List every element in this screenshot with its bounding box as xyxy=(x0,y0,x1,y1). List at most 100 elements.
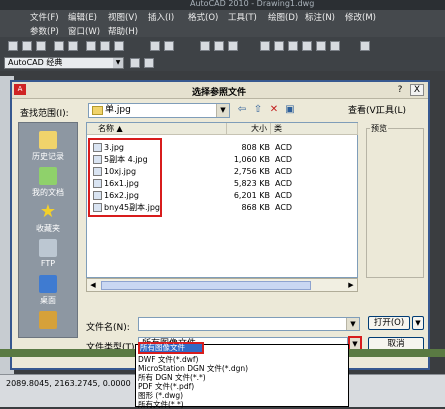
menu-bar: 文件(F) 编辑(E) 视图(V) 插入(I) 格式(O) 工具(T) 绘图(D… xyxy=(0,10,445,24)
file-size: 6,201 KB xyxy=(233,191,270,200)
autocad-logo-icon: A xyxy=(14,84,26,95)
filetype-option-selected[interactable]: 所有图像文件 xyxy=(138,342,204,354)
undo-icon[interactable] xyxy=(150,41,160,51)
save-icon[interactable] xyxy=(36,41,46,51)
history-folder-icon xyxy=(39,131,57,149)
filetype-option[interactable]: 所有文件(*.*) xyxy=(138,400,184,409)
menu-help[interactable]: 帮助(H) xyxy=(108,25,138,37)
menu-draw[interactable]: 绘图(D) xyxy=(268,11,298,23)
documents-folder-icon xyxy=(39,167,57,185)
place-buzzsaw[interactable] xyxy=(19,311,77,331)
close-button[interactable]: X xyxy=(410,84,424,96)
column-size[interactable]: 大小 xyxy=(227,123,271,135)
chevron-down-icon[interactable]: ▼ xyxy=(113,58,123,68)
menu-dimension[interactable]: 标注(N) xyxy=(305,11,335,23)
file-type: ACD xyxy=(275,155,293,164)
chevron-down-icon[interactable]: ▼ xyxy=(346,318,359,330)
horizontal-scrollbar[interactable]: ◀ ▶ xyxy=(86,278,358,292)
menu-insert[interactable]: 插入(I) xyxy=(148,11,174,23)
toolbar-standard xyxy=(0,37,445,55)
lookin-value: 单.jpg xyxy=(105,105,131,115)
view-menu-button[interactable]: 查看(V) xyxy=(348,103,379,116)
copy-icon[interactable] xyxy=(100,41,110,51)
file-size: 868 KB xyxy=(241,203,270,212)
file-type: ACD xyxy=(275,179,293,188)
menu-params[interactable]: 参数(P) xyxy=(30,25,59,37)
filename-label: 文件名(N): xyxy=(86,323,130,333)
redo-icon[interactable] xyxy=(164,41,174,51)
open-button[interactable]: 打开(O) xyxy=(368,316,410,330)
filetype-option[interactable]: MicroStation DGN 文件(*.dgn) xyxy=(138,364,248,373)
scroll-thumb[interactable] xyxy=(101,281,311,290)
properties-icon[interactable] xyxy=(260,41,270,51)
back-icon[interactable]: ⇦ xyxy=(236,104,248,116)
column-type[interactable]: 类 xyxy=(271,123,358,135)
print-icon[interactable] xyxy=(54,41,64,51)
up-folder-icon[interactable]: ⇧ xyxy=(252,104,264,116)
menu-modify[interactable]: 修改(M) xyxy=(345,11,376,23)
menu-bar-2: 参数(P) 窗口(W) 帮助(H) xyxy=(0,24,445,37)
place-label: 历史记录 xyxy=(32,152,64,161)
place-label: 我的文档 xyxy=(32,188,64,197)
filename-input[interactable]: ▼ xyxy=(138,317,360,331)
delete-icon[interactable]: ✕ xyxy=(268,104,280,116)
new-folder-icon[interactable]: ▣ xyxy=(284,104,296,116)
pan-icon[interactable] xyxy=(200,41,210,51)
filetype-option[interactable]: 所有 DGN 文件(*.*) xyxy=(138,373,206,382)
app-title: AutoCAD 2010 - Drawing1.dwg xyxy=(190,0,315,8)
menu-window[interactable]: 窗口(W) xyxy=(68,25,100,37)
place-my-documents[interactable]: 我的文档 xyxy=(19,167,77,198)
file-type: ACD xyxy=(275,143,293,152)
place-history[interactable]: 历史记录 xyxy=(19,131,77,162)
menu-edit[interactable]: 编辑(E) xyxy=(68,11,97,23)
tools-menu-button[interactable]: 工具(L) xyxy=(376,103,406,116)
filetype-dropdown-list[interactable]: 所有图像文件 DWF 文件(*.dwf) MicroStation DGN 文件… xyxy=(135,342,349,409)
workspace-settings-icon[interactable] xyxy=(130,58,140,68)
place-desktop[interactable]: 桌面 xyxy=(19,275,77,306)
toolbar-workspaces: AutoCAD 经典 ▼ xyxy=(0,55,445,71)
sheet-set-icon[interactable] xyxy=(302,41,312,51)
scroll-left-icon[interactable]: ◀ xyxy=(87,279,99,291)
chevron-down-icon[interactable]: ▼ xyxy=(216,104,229,117)
file-size: 5,823 KB xyxy=(233,179,270,188)
markup-icon[interactable] xyxy=(316,41,326,51)
menu-tools[interactable]: 工具(T) xyxy=(228,11,257,23)
place-label: 桌面 xyxy=(40,296,56,305)
cut-icon[interactable] xyxy=(86,41,96,51)
open-options-icon[interactable]: ▼ xyxy=(412,316,424,330)
new-icon[interactable] xyxy=(8,41,18,51)
zoom-icon[interactable] xyxy=(214,41,224,51)
column-name[interactable]: 名称 ▲ xyxy=(87,123,227,135)
gear-icon[interactable] xyxy=(144,58,154,68)
menu-format[interactable]: 格式(O) xyxy=(188,11,218,23)
ftp-icon xyxy=(39,239,57,257)
filetype-option[interactable]: DWF 文件(*.dwf) xyxy=(138,355,198,364)
file-highlight-box xyxy=(88,138,162,217)
tool-palette-icon[interactable] xyxy=(288,41,298,51)
menu-file[interactable]: 文件(F) xyxy=(30,11,59,23)
column-name-label: 名称 xyxy=(98,124,114,133)
place-favorites[interactable]: ★ 收藏夹 xyxy=(19,203,77,234)
help-button[interactable]: ? xyxy=(394,84,406,96)
calculator-icon[interactable] xyxy=(330,41,340,51)
preview-icon[interactable] xyxy=(68,41,78,51)
workspace-select[interactable]: AutoCAD 经典 ▼ xyxy=(4,57,124,69)
dialog-titlebar: A 选择参照文件 ? X xyxy=(12,82,428,99)
scroll-right-icon[interactable]: ▶ xyxy=(345,279,357,291)
workspace-value: AutoCAD 经典 xyxy=(8,58,63,67)
star-icon: ★ xyxy=(39,201,57,222)
filetype-option[interactable]: PDF 文件(*.pdf) xyxy=(138,382,194,391)
lookin-label: 查找范围(I): xyxy=(20,109,69,119)
preview-label: 预览 xyxy=(370,123,388,134)
lookin-select[interactable]: 单.jpg ▼ xyxy=(88,103,230,118)
place-label: 收藏夹 xyxy=(36,224,60,233)
open-icon[interactable] xyxy=(22,41,32,51)
menu-view[interactable]: 视图(V) xyxy=(108,11,137,23)
zoom-window-icon[interactable] xyxy=(228,41,238,51)
design-center-icon[interactable] xyxy=(274,41,284,51)
help-icon[interactable] xyxy=(360,41,370,51)
paste-icon[interactable] xyxy=(114,41,124,51)
place-ftp[interactable]: FTP xyxy=(19,239,77,268)
filetype-option[interactable]: 图形 (*.dwg) xyxy=(138,391,183,400)
dialog-title: 选择参照文件 xyxy=(192,88,247,98)
